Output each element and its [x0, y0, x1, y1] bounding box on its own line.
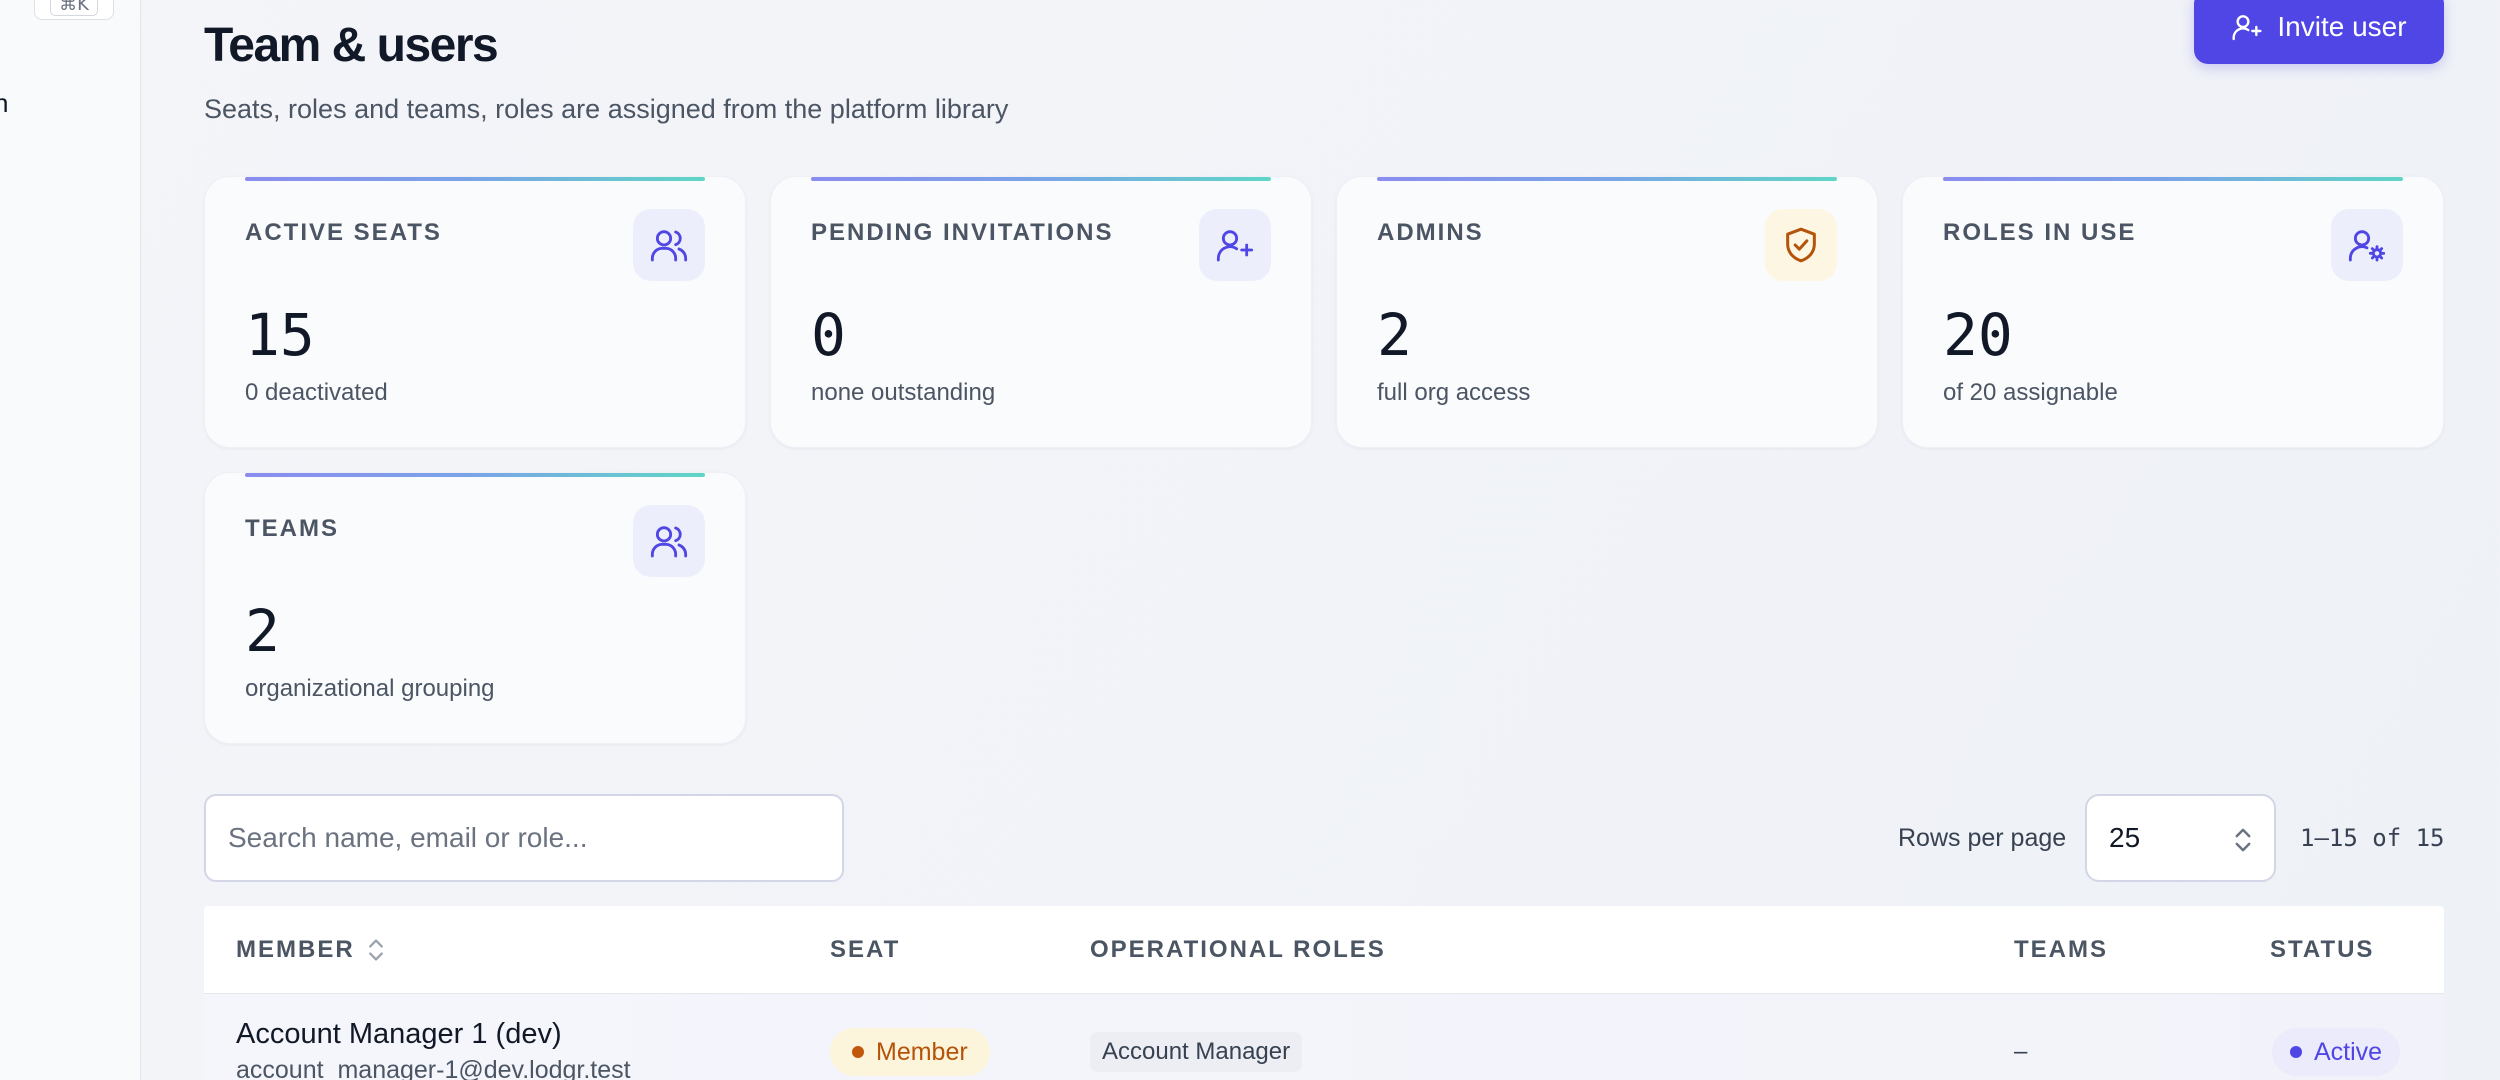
- member-name[interactable]: Account Manager 1 (dev): [236, 1018, 562, 1051]
- user-plus-icon: [1216, 230, 1254, 262]
- card-label: ACTIVE SEATS: [245, 219, 442, 246]
- column-header-member[interactable]: MEMBER: [236, 936, 385, 964]
- invite-user-label: Invite user: [2277, 11, 2407, 42]
- card-subtext: 0 deactivated: [245, 379, 388, 406]
- stat-card-active-seats: ACTIVE SEATS 15 0 deactivated: [204, 176, 746, 448]
- card-subtext: full org access: [1377, 379, 1531, 406]
- sidebar: ⌘K n: [0, 0, 141, 1080]
- seat-badge: Member: [830, 1028, 990, 1076]
- users-icon: [650, 526, 688, 558]
- sidebar-item-label[interactable]: n: [0, 88, 8, 119]
- search-input[interactable]: [204, 794, 844, 882]
- stat-card-roles-in-use: ROLES IN USE 20 of 20 assignable: [1902, 176, 2444, 448]
- command-shortcut[interactable]: ⌘K: [34, 0, 114, 20]
- seat-dot: [852, 1046, 864, 1058]
- card-icon: [2331, 209, 2403, 281]
- chevron-up-down-icon: [2235, 828, 2251, 852]
- card-icon: [1199, 209, 1271, 281]
- card-icon: [633, 209, 705, 281]
- rows-per-page-label: Rows per page: [1898, 824, 2067, 852]
- users-icon: [650, 230, 688, 262]
- teams-cell: –: [2014, 1038, 2028, 1065]
- card-value: 20: [1943, 301, 2013, 369]
- card-accent: [1377, 177, 1837, 181]
- card-subtext: of 20 assignable: [1943, 379, 2118, 406]
- stat-card-pending-invitations: PENDING INVITATIONS 0 none outstanding: [770, 176, 1312, 448]
- column-header-roles: OPERATIONAL ROLES: [1090, 936, 1386, 963]
- user-plus-icon: [2232, 15, 2262, 41]
- card-value: 2: [245, 597, 280, 665]
- card-label: PENDING INVITATIONS: [811, 219, 1114, 246]
- rows-per-page-value: 25: [2109, 822, 2141, 853]
- card-accent: [245, 473, 705, 477]
- status-label: Active: [2314, 1037, 2383, 1066]
- card-value: 15: [245, 301, 315, 369]
- card-subtext: none outstanding: [811, 379, 996, 406]
- stat-card-teams: TEAMS 2 organizational grouping: [204, 472, 746, 744]
- page-subtitle: Seats, roles and teams, roles are assign…: [204, 94, 1009, 124]
- card-subtext: organizational grouping: [245, 675, 495, 702]
- stat-card-admins: ADMINS 2 full org access: [1336, 176, 1878, 448]
- card-value: 2: [1377, 301, 1412, 369]
- shield-check-icon: [1786, 227, 1816, 263]
- column-header-status: STATUS: [2270, 936, 2375, 963]
- seat-label: Member: [876, 1037, 968, 1066]
- table-header: MEMBER SEAT OPERATIONAL ROLES TEAMS STAT…: [204, 906, 2444, 994]
- column-header-seat: SEAT: [830, 936, 901, 963]
- pagination-range: 1–15 of 15: [2300, 824, 2445, 852]
- card-icon: [633, 505, 705, 577]
- card-label: ADMINS: [1377, 219, 1484, 246]
- card-accent: [1943, 177, 2403, 181]
- card-label: TEAMS: [245, 515, 339, 542]
- rows-per-page-select[interactable]: 25: [2085, 794, 2276, 882]
- role-chip: Account Manager: [1090, 1032, 1303, 1072]
- members-table: MEMBER SEAT OPERATIONAL ROLES TEAMS STAT…: [204, 906, 2444, 1080]
- invite-user-button[interactable]: Invite user: [2194, 0, 2444, 64]
- page-title: Team & users: [204, 19, 499, 72]
- column-header-teams: TEAMS: [2014, 936, 2108, 963]
- card-accent: [245, 177, 705, 181]
- status-badge: Active: [2272, 1028, 2401, 1076]
- card-accent: [811, 177, 1271, 181]
- card-label: ROLES IN USE: [1943, 219, 2137, 246]
- card-value: 0: [811, 301, 846, 369]
- user-cog-icon: [2348, 230, 2386, 262]
- member-email: account_manager-1@dev.lodgr.test: [236, 1056, 631, 1080]
- sort-icon: [368, 939, 383, 961]
- card-icon: [1765, 209, 1837, 281]
- status-dot: [2290, 1046, 2302, 1058]
